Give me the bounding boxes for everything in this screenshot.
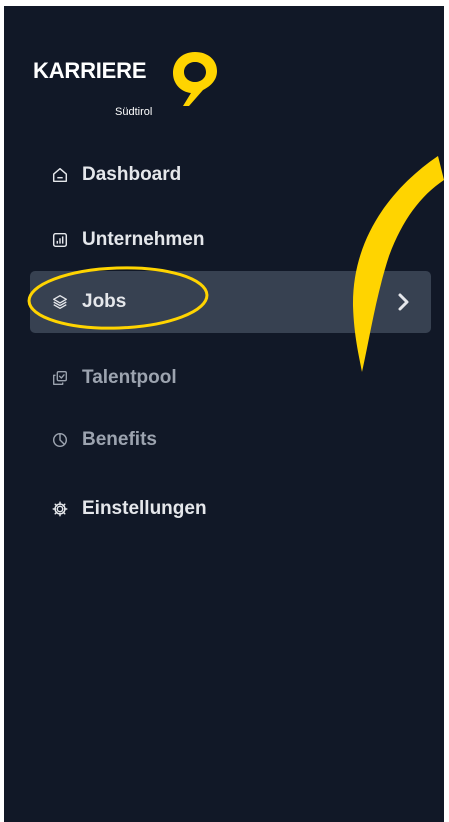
sidebar: KARRIERE Südtirol Dashboard Unternehmen … bbox=[4, 6, 444, 822]
chart-box-icon bbox=[50, 230, 70, 250]
sidebar-item-label: Benefits bbox=[82, 429, 157, 450]
sidebar-item-talentpool[interactable]: Talentpool bbox=[30, 347, 431, 409]
sidebar-item-unternehmen[interactable]: Unternehmen bbox=[30, 209, 431, 271]
sidebar-item-jobs[interactable]: Jobs bbox=[30, 271, 431, 333]
sidebar-item-benefits[interactable]: Benefits bbox=[30, 409, 431, 471]
home-icon bbox=[50, 165, 70, 185]
logo-wordmark: KARRIERE bbox=[33, 58, 147, 83]
copy-check-icon bbox=[50, 368, 70, 388]
chevron-right-icon bbox=[398, 293, 409, 311]
sidebar-item-label: Jobs bbox=[82, 291, 127, 312]
layers-icon bbox=[50, 292, 70, 312]
sidebar-item-label: Unternehmen bbox=[82, 229, 205, 250]
sidebar-item-einstellungen[interactable]: Einstellungen bbox=[30, 478, 431, 540]
sidebar-item-label: Talentpool bbox=[82, 367, 177, 388]
sidebar-item-label: Dashboard bbox=[82, 164, 182, 185]
karriere-logo[interactable]: KARRIERE Südtirol bbox=[33, 50, 223, 118]
pie-chart-icon bbox=[50, 430, 70, 450]
sidebar-item-label: Einstellungen bbox=[82, 498, 207, 519]
gear-icon bbox=[50, 499, 70, 519]
location-pin-logo-icon bbox=[173, 52, 217, 106]
sidebar-item-dashboard[interactable]: Dashboard bbox=[30, 144, 431, 206]
logo-subtitle: Südtirol bbox=[115, 106, 153, 118]
